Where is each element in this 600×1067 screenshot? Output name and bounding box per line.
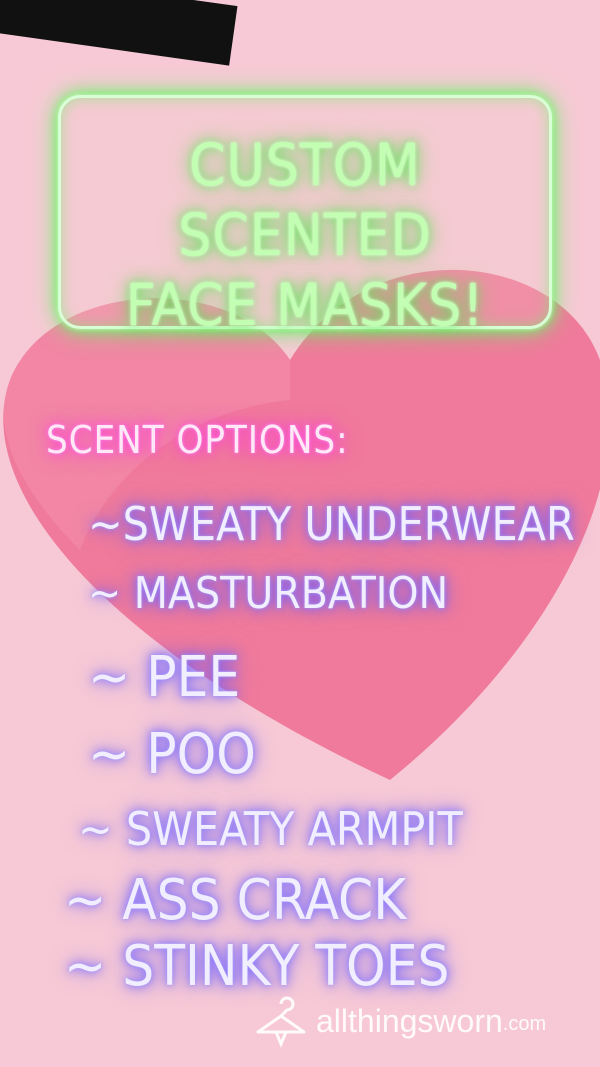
scent-option: ~ STINKY TOES (64, 934, 450, 999)
scent-option: ~ MASTURBATION (88, 568, 449, 619)
scent-option: ~ POO (88, 722, 256, 787)
watermark: allthingsworn .com (252, 992, 546, 1050)
watermark-tld: .com (502, 1012, 547, 1035)
scent-options-heading: SCENT OPTIONS: (46, 418, 349, 462)
scent-option: ~ PEE (88, 645, 241, 710)
scent-option: ~ ASS CRACK (64, 868, 407, 933)
hanger-icon (256, 996, 306, 1048)
top-dark-corner (0, 0, 238, 66)
scent-option: ~SWEATY UNDERWEAR (88, 497, 575, 551)
scent-option: ~ SWEATY ARMPIT (78, 802, 463, 856)
title-sign-text: CUSTOM SCENTED FACE MASKS! (125, 131, 485, 339)
watermark-name: allthingsworn (316, 1002, 503, 1039)
